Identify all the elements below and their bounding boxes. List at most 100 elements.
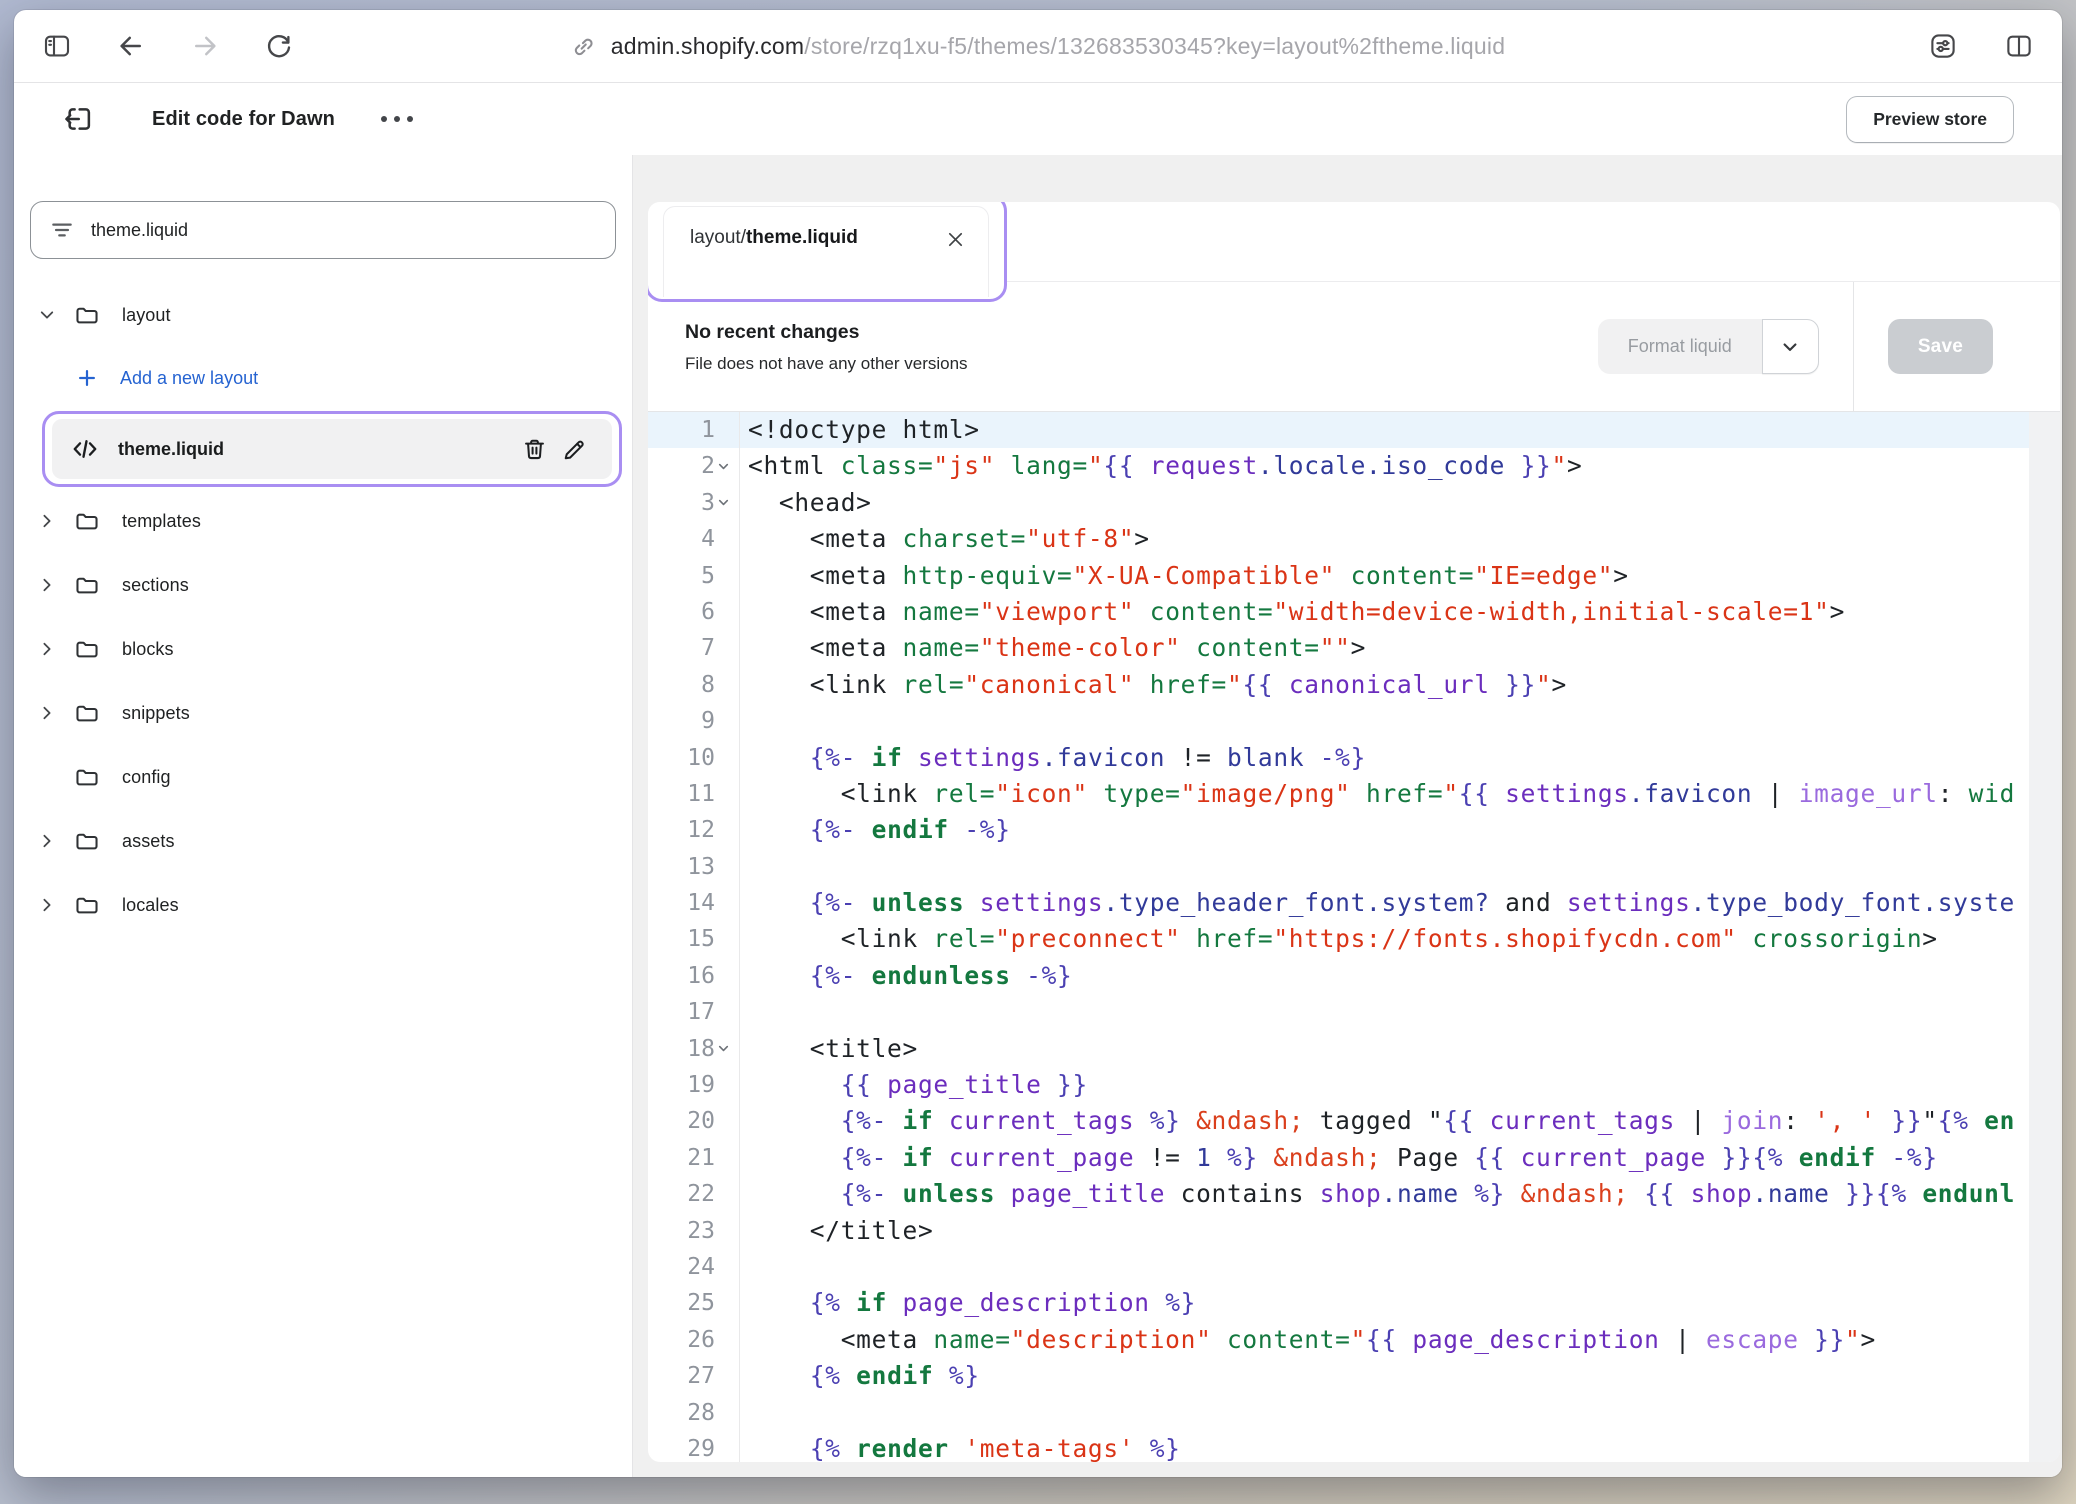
code-line-24[interactable]: 24	[648, 1249, 2060, 1285]
sidebar-file-theme.liquid[interactable]: theme.liquid	[52, 419, 612, 479]
sidebar-folder-locales[interactable]: locales	[14, 873, 632, 937]
code-line-27[interactable]: 27 {% endif %}	[648, 1358, 2060, 1394]
line-number: 22	[648, 1176, 740, 1212]
code-line-20[interactable]: 20 {%- if current_tags %} &ndash; tagged…	[648, 1103, 2060, 1139]
code-editor[interactable]: 1<!doctype html>2<html class="js" lang="…	[648, 412, 2060, 1462]
sidebar-folder-layout[interactable]: layout	[14, 283, 632, 347]
chevron-right-icon[interactable]	[32, 512, 62, 530]
split-view-icon[interactable]	[2002, 29, 2036, 63]
tab-path-prefix: layout/	[690, 227, 746, 248]
code-line-25[interactable]: 25 {% if page_description %}	[648, 1285, 2060, 1321]
code-line-21[interactable]: 21 {%- if current_page != 1 %} &ndash; P…	[648, 1140, 2060, 1176]
page-settings-icon[interactable]	[1926, 29, 1960, 63]
tab-theme-liquid[interactable]: layout/theme.liquid	[663, 206, 989, 297]
code-line-16[interactable]: 16 {%- endunless -%}	[648, 958, 2060, 994]
chevron-down-icon	[1780, 337, 1800, 357]
editor-scrollbar[interactable]	[2029, 412, 2060, 1462]
code-line-12[interactable]: 12 {%- endif -%}	[648, 812, 2060, 848]
sidebar-folder-config[interactable]: config	[14, 745, 632, 809]
file-search-input[interactable]: theme.liquid	[30, 201, 616, 259]
folder-icon	[74, 828, 106, 854]
format-liquid-split-button: Format liquid	[1598, 319, 1819, 374]
line-number: 6	[648, 594, 740, 630]
code-line-17[interactable]: 17	[648, 994, 2060, 1030]
sidebar-folder-blocks[interactable]: blocks	[14, 617, 632, 681]
code-line-13[interactable]: 13	[648, 849, 2060, 885]
address-bar[interactable]: admin.shopify.com/store/rzq1xu-f5/themes…	[571, 10, 1505, 83]
code-text	[740, 994, 2060, 1030]
sidebar-folder-sections[interactable]: sections	[14, 553, 632, 617]
rename-file-icon[interactable]	[554, 436, 594, 463]
line-number: 7	[648, 630, 740, 666]
code-line-6[interactable]: 6 <meta name="viewport" content="width=d…	[648, 594, 2060, 630]
sidebar-folder-templates[interactable]: templates	[14, 489, 632, 553]
sidebar-toggle-icon[interactable]	[40, 29, 74, 63]
code-line-11[interactable]: 11 <link rel="icon" type="image/png" hre…	[648, 776, 2060, 812]
code-text: {% if page_description %}	[740, 1285, 2060, 1321]
code-line-9[interactable]: 9	[648, 703, 2060, 739]
code-text: {%- if current_page != 1 %} &ndash; Page…	[740, 1140, 2060, 1176]
code-line-22[interactable]: 22 {%- unless page_title contains shop.n…	[648, 1176, 2060, 1212]
format-liquid-button[interactable]: Format liquid	[1598, 319, 1762, 374]
chevron-down-icon[interactable]	[32, 306, 62, 324]
file-annotation-ring: theme.liquid	[42, 411, 622, 487]
code-line-1[interactable]: 1<!doctype html>	[648, 412, 2060, 448]
more-menu-icon[interactable]	[373, 108, 421, 130]
app-header: Edit code for Dawn Preview store	[14, 83, 2062, 155]
chevron-right-icon[interactable]	[32, 896, 62, 914]
code-text: <meta name="theme-color" content="">	[740, 630, 2060, 666]
file-label: theme.liquid	[118, 439, 224, 460]
delete-file-icon[interactable]	[514, 436, 554, 463]
line-number: 23	[648, 1213, 740, 1249]
reload-icon[interactable]	[262, 29, 296, 63]
code-line-14[interactable]: 14 {%- unless settings.type_header_font.…	[648, 885, 2060, 921]
code-text: <meta name="description" content="{{ pag…	[740, 1322, 2060, 1358]
chevron-right-icon[interactable]	[32, 832, 62, 850]
code-line-29[interactable]: 29 {% render 'meta-tags' %}	[648, 1431, 2060, 1462]
code-text: <title>	[740, 1031, 2060, 1067]
code-line-28[interactable]: 28	[648, 1395, 2060, 1431]
line-number: 2	[648, 448, 740, 484]
folder-label: blocks	[122, 639, 174, 660]
fold-chevron-icon[interactable]	[717, 448, 737, 484]
status-title: No recent changes	[685, 321, 968, 344]
back-icon[interactable]	[114, 29, 148, 63]
code-line-26[interactable]: 26 <meta name="description" content="{{ …	[648, 1322, 2060, 1358]
code-text: <html class="js" lang="{{ request.locale…	[740, 448, 2060, 484]
code-text: {%- unless settings.type_header_font.sys…	[740, 885, 2060, 921]
exit-editor-icon[interactable]	[56, 96, 102, 142]
close-tab-icon[interactable]	[945, 229, 966, 255]
sidebar-folder-snippets[interactable]: snippets	[14, 681, 632, 745]
code-line-3[interactable]: 3 <head>	[648, 485, 2060, 521]
code-line-2[interactable]: 2<html class="js" lang="{{ request.local…	[648, 448, 2060, 484]
code-line-5[interactable]: 5 <meta http-equiv="X-UA-Compatible" con…	[648, 558, 2060, 594]
line-number: 21	[648, 1140, 740, 1176]
line-number: 19	[648, 1067, 740, 1103]
folder-label: assets	[122, 831, 175, 852]
code-line-8[interactable]: 8 <link rel="canonical" href="{{ canonic…	[648, 667, 2060, 703]
chevron-right-icon[interactable]	[32, 704, 62, 722]
chevron-right-icon[interactable]	[32, 576, 62, 594]
fold-chevron-icon[interactable]	[717, 485, 737, 521]
preview-store-button[interactable]: Preview store	[1846, 96, 2014, 143]
line-number: 17	[648, 994, 740, 1030]
save-button[interactable]: Save	[1888, 319, 1993, 374]
code-line-7[interactable]: 7 <meta name="theme-color" content="">	[648, 630, 2060, 666]
format-liquid-dropdown[interactable]	[1762, 319, 1819, 374]
code-line-10[interactable]: 10 {%- if settings.favicon != blank -%}	[648, 740, 2060, 776]
code-text: <link rel="canonical" href="{{ canonical…	[740, 667, 2060, 703]
add-new-layout-link[interactable]: Add a new layout	[14, 347, 632, 409]
code-line-19[interactable]: 19 {{ page_title }}	[648, 1067, 2060, 1103]
code-line-4[interactable]: 4 <meta charset="utf-8">	[648, 521, 2060, 557]
chevron-right-icon[interactable]	[32, 640, 62, 658]
code-line-23[interactable]: 23 </title>	[648, 1213, 2060, 1249]
sidebar-folder-assets[interactable]: assets	[14, 809, 632, 873]
code-line-15[interactable]: 15 <link rel="preconnect" href="https://…	[648, 921, 2060, 957]
fold-chevron-icon[interactable]	[717, 1031, 737, 1067]
line-number: 16	[648, 958, 740, 994]
browser-toolbar: admin.shopify.com/store/rzq1xu-f5/themes…	[14, 10, 2062, 83]
forward-icon[interactable]	[188, 29, 222, 63]
code-line-18[interactable]: 18 <title>	[648, 1031, 2060, 1067]
line-number: 26	[648, 1322, 740, 1358]
line-number: 10	[648, 740, 740, 776]
